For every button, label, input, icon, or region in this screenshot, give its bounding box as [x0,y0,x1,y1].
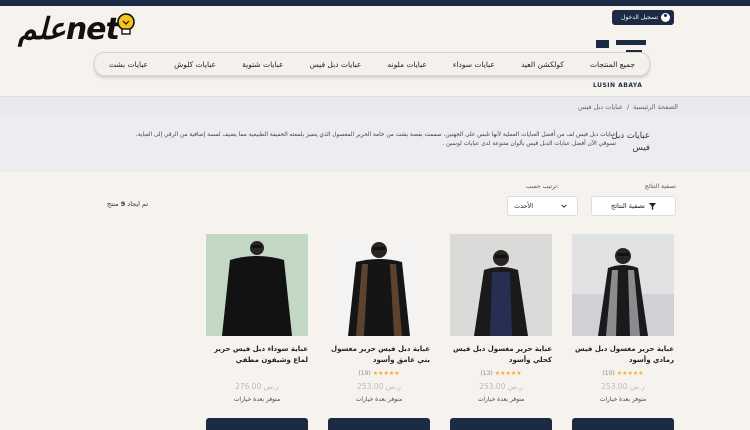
product-availability: متوفر بعدة خيارات [477,396,525,403]
product-availability: متوفر بعدة خيارات [233,396,281,403]
nav-item-black-abayas[interactable]: عبايات سوداء [453,60,495,69]
breadcrumb-home[interactable]: الصفحة الرئيسية [633,103,678,111]
star-rating-icon: ★★★★★ [616,370,644,377]
product-card[interactable]: عباية حرير مغسول دبل فيس كحلي وأسود (13)… [450,234,552,430]
logo-text: LUSIN ABAYA [593,82,643,89]
breadcrumb-separator: / [626,102,630,111]
login-button[interactable]: تسجيل الدخول [612,10,674,25]
product-name[interactable]: عباية سوداء دبل فيس حرير لماع وشيفون مطف… [206,344,308,366]
lightbulb-icon [117,12,135,35]
results-count: تم ايجاد 9 منتج [107,200,148,208]
add-to-cart-button[interactable] [572,418,674,430]
breadcrumb-current: عبايات دبل فيس [578,102,623,111]
sort-heading: ترتيب حسب: [525,183,559,190]
star-rating-icon: ★★★★★ [494,370,522,377]
filter-icon [648,202,656,210]
sort-value: الأحدث [514,202,534,210]
add-to-cart-button[interactable] [206,418,308,430]
add-to-cart-button[interactable] [328,418,430,430]
product-price: 253.00 ر.س [479,382,523,391]
product-card[interactable]: عباية دبل فيس حرير مغسول بني غامق وأسود … [328,234,430,430]
product-name[interactable]: عباية دبل فيس حرير مغسول بني غامق وأسود [328,344,430,366]
top-strip [0,0,750,6]
star-rating-icon: ★★★★★ [372,370,400,377]
product-price: 276.00 ر.س [235,382,279,391]
login-label: تسجيل الدخول [621,14,658,21]
nav-item-winter[interactable]: عبايات شتوية [242,60,283,69]
add-to-cart-button[interactable] [450,418,552,430]
product-availability: متوفر بعدة خيارات [355,396,403,403]
product-card[interactable]: عباية سوداء دبل فيس حرير لماع وشيفون مطف… [206,234,308,430]
review-count: (10) [602,370,615,377]
product-image[interactable] [572,234,674,336]
results-number: 9 [120,200,126,208]
chevron-down-icon [561,204,567,208]
product-image[interactable] [450,234,552,336]
category-description: عبايات دبل فيس لف من أفضل العبايات العمل… [135,132,616,147]
filter-button[interactable]: تصفية النتائج [591,196,676,216]
watermark-logo: علمnet [18,12,137,47]
product-rating: (13) ★★★★★ [450,370,552,377]
nav-item-eid-collection[interactable]: كولكشن العيد [521,60,564,69]
product-rating: (19) ★★★★★ [328,370,430,377]
results-suffix: منتج [107,200,119,208]
nav-item-colored-abayas[interactable]: عبايات ملونه [387,60,426,69]
nav-item-double-face[interactable]: عبايات دبل فيس [310,60,362,69]
results-prefix: تم ايجاد [127,200,149,208]
review-count: (13) [480,370,493,377]
nav-item-clochee[interactable]: عبايات كلوش [174,60,216,69]
review-count: (19) [358,370,371,377]
breadcrumb: عبايات دبل فيس / الصفحة الرئيسية [0,96,750,116]
watermark-text: علمnet [18,12,120,47]
sort-select[interactable]: الأحدث [507,196,578,216]
product-image[interactable] [328,234,430,336]
main-nav: جميع المنتجات كولكشن العيد عبايات سوداء … [94,52,650,76]
nav-item-all-products[interactable]: جميع المنتجات [590,60,635,69]
product-card[interactable]: عباية حرير مغسول دبل فيس رمادي وأسود (10… [572,234,674,430]
product-name[interactable]: عباية حرير مغسول دبل فيس كحلي وأسود [450,344,552,366]
product-availability: متوفر بعدة خيارات [599,396,647,403]
product-image[interactable] [206,234,308,336]
product-name[interactable]: عباية حرير مغسول دبل فيس رمادي وأسود [572,344,674,366]
product-price: 253.00 ر.س [601,382,645,391]
user-icon [661,13,670,22]
nav-item-bisht[interactable]: عبايات بشت [109,60,148,69]
filter-button-label: تصفية النتائج [611,202,645,210]
product-price: 253.00 ر.س [357,382,401,391]
filter-heading: تصفية النتائج [644,183,676,190]
category-title: عبايات دبل فيس [611,131,650,153]
product-rating: (10) ★★★★★ [572,370,674,377]
